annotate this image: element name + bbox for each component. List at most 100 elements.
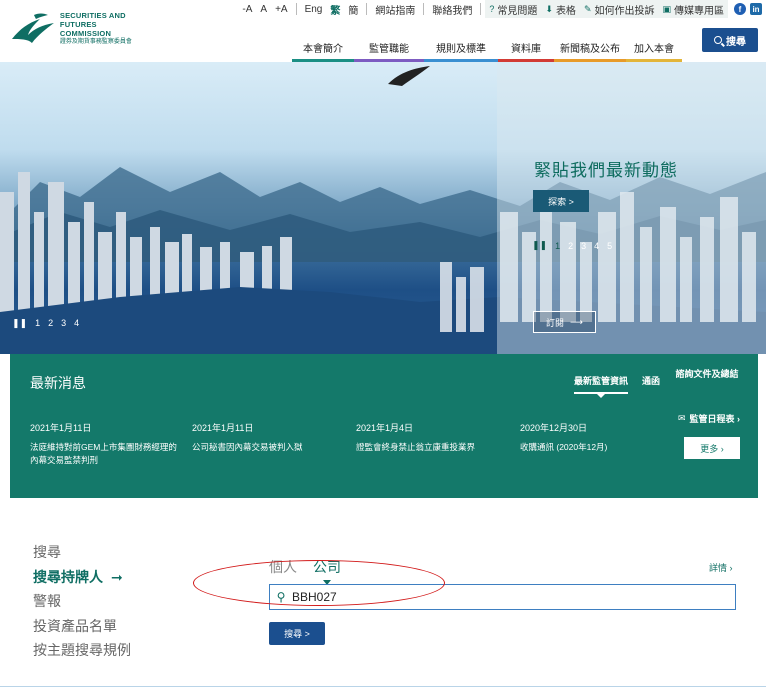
search-icon: ⚲ [276, 590, 286, 604]
linkedin-icon[interactable]: in [750, 3, 762, 15]
side-link-search[interactable]: 搜尋 [33, 540, 131, 565]
search-icon [714, 36, 722, 44]
faq-link[interactable]: ? 常見問題 [485, 0, 542, 18]
tab-corporate[interactable]: 公司 [313, 557, 341, 585]
search-type-tabs: 個人 公司 [269, 557, 341, 585]
details-link[interactable]: 詳情 › [709, 561, 733, 574]
news-tabs: 最新監管資訊 通函 諮詢文件及總結 [573, 366, 740, 398]
news-item[interactable]: 2020年12月30日 收購通訊 (2020年12月) [520, 422, 670, 454]
font-medium-button[interactable]: A [256, 4, 271, 15]
subscribe-button[interactable]: 訂閱 ⟶ [533, 311, 596, 333]
news-item[interactable]: 2021年1月11日 法庭維持對前GEM上市集團財務經理的內幕交易監禁判刑 [30, 422, 180, 467]
divider [423, 3, 425, 15]
nav-about[interactable]: 本會簡介 [292, 36, 354, 62]
calendar-icon: ✉ [677, 413, 686, 423]
nav-news[interactable]: 新聞稿及公布 [554, 36, 626, 62]
download-icon: ⬇ [545, 3, 553, 14]
left-page-4[interactable]: 4 [74, 318, 79, 329]
utility-bar: -A A +A Eng 繁 簡 網站指南 聯絡我們 ? 常見問題 ⬇ 表格 ✎ … [238, 0, 766, 18]
divider [366, 3, 368, 15]
divider [480, 3, 482, 15]
carousel-pagination: ❚❚ 1 2 3 4 5 [532, 240, 612, 251]
tab-individual[interactable]: 個人 [269, 557, 297, 577]
question-icon: ? [489, 4, 495, 14]
sitemap-link[interactable]: 網站指南 [371, 2, 419, 17]
latest-news-section: 最新消息 最新監管資訊 通函 諮詢文件及總結 2021年1月11日 法庭維持對前… [10, 354, 758, 498]
font-large-button[interactable]: +A [271, 4, 292, 15]
site-header: SECURITIES AND FUTURES COMMISSION 證券及期貨事… [0, 0, 766, 62]
hero-banner: 緊貼我們最新動態 探索 > ❚❚ 1 2 3 4 5 ❚❚ 1 2 3 4 訂閱… [0, 62, 766, 354]
lang-tc-link[interactable]: 繁 [326, 2, 344, 17]
divider [295, 3, 297, 15]
carousel-page-1[interactable]: 1 [555, 241, 560, 251]
carousel-page-3[interactable]: 3 [581, 241, 586, 251]
logo-en-line2: FUTURES COMMISSION [59, 20, 112, 38]
news-date: 2020年12月30日 [520, 423, 588, 433]
search-submit-button[interactable]: 搜尋 > [269, 622, 325, 645]
left-page-3[interactable]: 3 [61, 318, 66, 329]
logo-en-line1: SECURITIES AND [59, 11, 126, 20]
side-menu: 搜尋 搜尋持牌人 ➞ 警報 投資產品名單 按主題搜尋規例 [33, 540, 131, 663]
contact-link[interactable]: 聯絡我們 [428, 2, 476, 17]
news-date: 2021年1月11日 [30, 423, 92, 433]
nav-careers[interactable]: 加入本會 [626, 36, 682, 62]
carousel-page-4[interactable]: 4 [594, 241, 599, 251]
nav-database[interactable]: 資料庫 [498, 36, 554, 62]
subscribe-label: 訂閱 [546, 317, 565, 328]
left-page-1[interactable]: 1 [35, 318, 40, 329]
social-links: f in [734, 3, 762, 15]
side-link-alerts[interactable]: 警報 [33, 589, 131, 614]
forms-link[interactable]: ⬇ 表格 [541, 0, 580, 18]
more-button[interactable]: 更多 › [684, 437, 740, 459]
pause-icon[interactable]: ❚❚ [532, 240, 547, 251]
megaphone-icon: ✎ [583, 3, 592, 14]
carousel-page-5[interactable]: 5 [607, 241, 612, 251]
header-search-button[interactable]: 搜尋 [702, 28, 758, 52]
tab-regulatory-updates[interactable]: 最新監管資訊 [573, 366, 628, 398]
pause-icon[interactable]: ❚❚ [12, 318, 27, 329]
side-link-products[interactable]: 投資產品名單 [33, 614, 131, 639]
arrow-right-icon: ⟶ [570, 316, 583, 327]
news-text: 法庭維持對前GEM上市集團財務經理的內幕交易監禁判刑 [30, 442, 177, 465]
news-date: 2021年1月4日 [356, 423, 414, 433]
licensee-search-input[interactable] [292, 590, 735, 604]
media-icon: ▣ [662, 3, 671, 14]
news-item[interactable]: 2021年1月4日 證監會終身禁止翁立康重投業界 [356, 422, 506, 454]
news-title: 最新消息 [30, 375, 86, 391]
side-link-licensee-search[interactable]: 搜尋持牌人 ➞ [33, 565, 131, 590]
side-link-rules[interactable]: 按主題搜尋規例 [33, 638, 131, 663]
lang-sc-link[interactable]: 簡 [344, 2, 362, 17]
calendar-label: 監管日程表 › [689, 414, 741, 424]
lang-en-link[interactable]: Eng [301, 4, 327, 15]
licensee-search-box: ⚲ [269, 584, 736, 610]
carousel-page-2[interactable]: 2 [568, 241, 573, 251]
eagle-logo-icon [11, 13, 54, 43]
nav-regulatory[interactable]: 監管職能 [354, 36, 424, 62]
facebook-icon[interactable]: f [734, 3, 746, 15]
news-text: 證監會終身禁止翁立康重投業界 [356, 442, 476, 452]
complaint-label: 如何作出投訴 [594, 5, 655, 17]
news-text: 公司秘書因內幕交易被判入獄 [192, 442, 303, 452]
hero-title: 緊貼我們最新動態 [534, 161, 678, 180]
arrow-right-icon: ➞ [111, 568, 123, 585]
nav-rules[interactable]: 規則及標準 [424, 36, 498, 62]
left-carousel-pagination: ❚❚ 1 2 3 4 [12, 318, 79, 329]
divider [0, 686, 766, 687]
media-link[interactable]: ▣ 傳媒專用區 [658, 0, 728, 18]
media-label: 傳媒專用區 [674, 5, 724, 17]
main-nav: 本會簡介 監管職能 規則及標準 資料庫 新聞稿及公布 加入本會 [292, 36, 682, 62]
logo-zh: 證券及期貨事務監察委員會 [59, 39, 132, 45]
forms-label: 表格 [555, 5, 576, 17]
explore-button[interactable]: 探索 > [533, 190, 589, 212]
side-link-label: 搜尋持牌人 [33, 568, 103, 585]
faq-label: 常見問題 [497, 5, 538, 17]
complaint-link[interactable]: ✎ 如何作出投訴 [579, 0, 659, 18]
font-small-button[interactable]: -A [238, 4, 256, 15]
tab-circulars[interactable]: 通函 [642, 366, 660, 387]
left-page-2[interactable]: 2 [48, 318, 53, 329]
sfc-logo[interactable]: SECURITIES AND FUTURES COMMISSION 證券及期貨事… [10, 6, 150, 52]
calendar-link[interactable]: ✉ 監管日程表 › [678, 412, 740, 425]
tab-consultations[interactable]: 諮詢文件及總結 [674, 366, 740, 380]
news-item[interactable]: 2021年1月11日 公司秘書因內幕交易被判入獄 [192, 422, 342, 454]
header-search-label: 搜尋 [726, 36, 746, 48]
